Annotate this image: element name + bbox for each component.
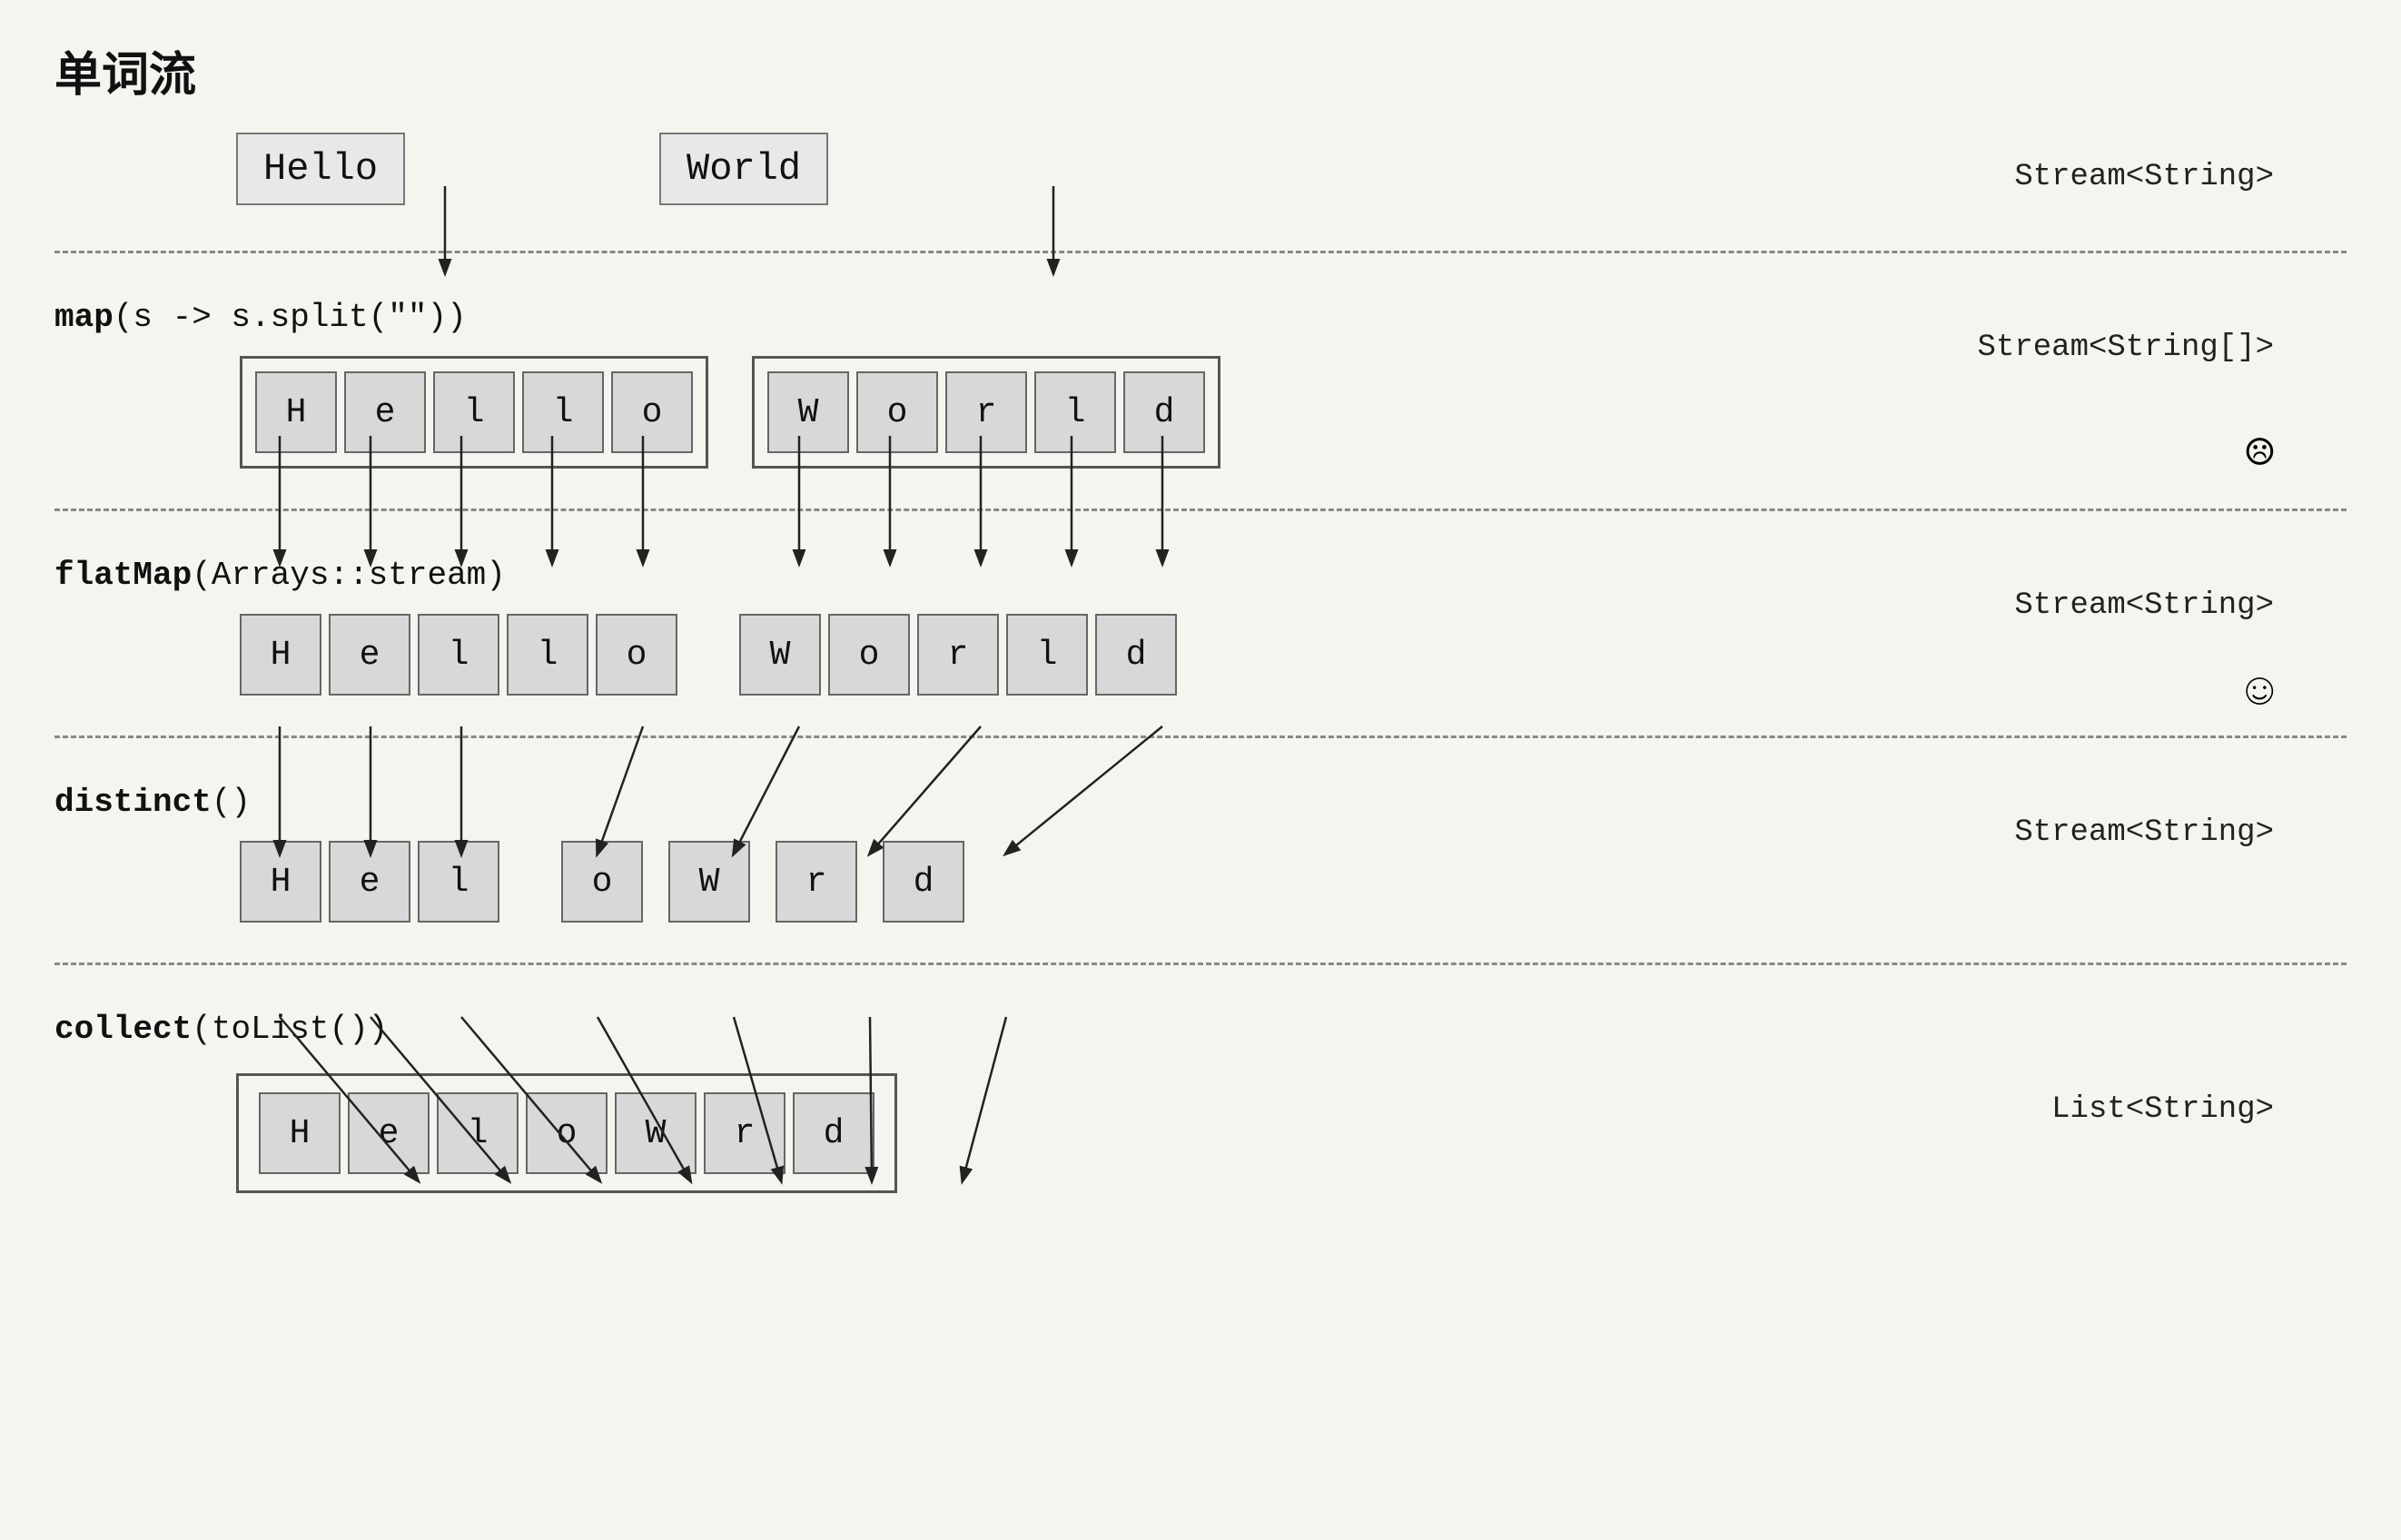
char-W-flat: W <box>739 614 821 696</box>
page-title: 单词流 <box>54 36 2347 105</box>
char-e-map: e <box>344 371 426 453</box>
flatmap-chars-row: H e l l o W o r l d <box>236 610 2347 699</box>
op-label-collect: collect(toList()) <box>54 1011 2347 1048</box>
char-r-dist: r <box>776 841 857 923</box>
char-l1-map: l <box>433 371 515 453</box>
char-d-map: d <box>1123 371 1205 453</box>
char-H-dist: H <box>240 841 321 923</box>
char-l3-map: l <box>1034 371 1116 453</box>
dashed-line-2 <box>54 508 2347 511</box>
distinct-chars-row: H e l o W r d <box>236 837 2347 926</box>
stream-type-top: Stream<String> <box>2014 160 2274 194</box>
stream-type-map: Stream<String[]> <box>1978 331 2274 365</box>
char-W-map: W <box>767 371 849 453</box>
char-o-map: o <box>611 371 693 453</box>
section-top: Hello World Stream<String> <box>54 133 2347 223</box>
dashed-line-1 <box>54 251 2347 253</box>
char-o2-flat: o <box>828 614 910 696</box>
char-l-dist: l <box>418 841 499 923</box>
stream-type-flatmap: Stream<String> <box>2014 588 2274 623</box>
char-l1-flat: l <box>418 614 499 696</box>
char-l-col: l <box>437 1092 519 1174</box>
char-o-flat: o <box>596 614 677 696</box>
section-distinct: distinct() H e l o W r d Stream<String> <box>54 765 2347 935</box>
emoji-sad: ☹ <box>2246 426 2274 483</box>
char-l2-map: l <box>522 371 604 453</box>
char-r-col: r <box>704 1092 786 1174</box>
section-flatmap: flatMap(Arrays::stream) H e l l o W o r … <box>54 538 2347 708</box>
dashed-line-4 <box>54 962 2347 965</box>
dashed-line-3 <box>54 735 2347 738</box>
op-label-flatmap: flatMap(Arrays::stream) <box>54 557 2347 594</box>
section-map: map(s -> s.split("")) H e l l o W o r l … <box>54 281 2347 481</box>
char-l2-flat: l <box>507 614 588 696</box>
section-collect: collect(toList()) H e l o W r d List<Str… <box>54 992 2347 1248</box>
char-W-dist: W <box>668 841 750 923</box>
stream-type-collect: List<String> <box>2051 1092 2274 1127</box>
char-r-map: r <box>945 371 1027 453</box>
char-d-flat: d <box>1095 614 1177 696</box>
map-arrays-row: H e l l o W o r l d <box>236 352 2347 472</box>
char-H-map: H <box>255 371 337 453</box>
char-e-col: e <box>348 1092 430 1174</box>
char-l3-flat: l <box>1006 614 1088 696</box>
char-H-col: H <box>259 1092 341 1174</box>
char-W-col: W <box>615 1092 697 1174</box>
char-H-flat: H <box>240 614 321 696</box>
char-o-col: o <box>526 1092 608 1174</box>
word-box-world: World <box>659 133 828 205</box>
op-label-distinct: distinct() <box>54 784 2347 821</box>
char-o-dist: o <box>561 841 643 923</box>
char-d-dist: d <box>883 841 964 923</box>
diagram: 单词流 <box>54 36 2347 1248</box>
stream-type-distinct: Stream<String> <box>2014 815 2274 850</box>
emoji-happy: ☺ <box>2246 666 2274 719</box>
char-e-flat: e <box>329 614 410 696</box>
collect-box: H e l o W r d <box>236 1073 897 1193</box>
word-box-hello: Hello <box>236 133 405 205</box>
char-d-col: d <box>793 1092 874 1174</box>
world-array-group: W o r l d <box>752 356 1220 469</box>
char-r-flat: r <box>917 614 999 696</box>
char-o2-map: o <box>856 371 938 453</box>
hello-array-group: H e l l o <box>240 356 708 469</box>
char-e-dist: e <box>329 841 410 923</box>
